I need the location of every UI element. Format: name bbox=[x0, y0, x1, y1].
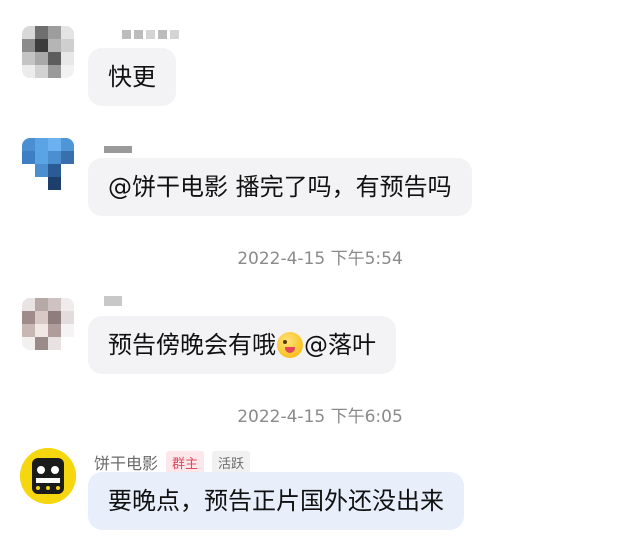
message-text: 要晚点，预告正片国外还没出来 bbox=[108, 487, 444, 515]
avatar[interactable] bbox=[22, 298, 74, 350]
timestamp: 2022-4-15 下午5:54 bbox=[237, 249, 403, 269]
message-bubble[interactable]: 要晚点，预告正片国外还没出来 bbox=[88, 472, 464, 530]
sender-name-redacted bbox=[104, 296, 122, 306]
sender-name-redacted bbox=[104, 146, 132, 153]
message-bubble[interactable]: 预告傍晚会有哦 @落叶 bbox=[88, 316, 396, 374]
message-text: 快更 bbox=[108, 63, 156, 91]
sender-row: 饼干电影 群主 活跃 bbox=[94, 450, 251, 474]
message-bubble[interactable]: 快更 bbox=[88, 48, 176, 106]
sender-name[interactable]: 饼干电影 bbox=[94, 450, 158, 474]
message-bubble[interactable]: @饼干电影 播完了吗，有预告吗 bbox=[88, 158, 472, 216]
owner-badge: 群主 bbox=[166, 450, 205, 474]
message-text: 预告傍晚会有哦 bbox=[108, 331, 276, 359]
timestamp: 2022-4-15 下午6:05 bbox=[237, 407, 403, 427]
chat-window: 快更 @饼干电影 播完了吗，有预告吗 2022-4-15 下午5:54 预告傍晚… bbox=[0, 0, 640, 546]
cookie-film-avatar-icon bbox=[20, 448, 76, 504]
avatar[interactable] bbox=[22, 138, 74, 190]
avatar[interactable] bbox=[22, 26, 74, 78]
mention-text: @落叶 bbox=[304, 331, 376, 359]
active-badge: 活跃 bbox=[212, 450, 251, 474]
message-text: @饼干电影 播完了吗，有预告吗 bbox=[108, 173, 452, 201]
avatar[interactable] bbox=[20, 448, 76, 504]
sender-name-redacted bbox=[122, 30, 179, 39]
winking-tongue-emoji-icon bbox=[277, 332, 303, 358]
